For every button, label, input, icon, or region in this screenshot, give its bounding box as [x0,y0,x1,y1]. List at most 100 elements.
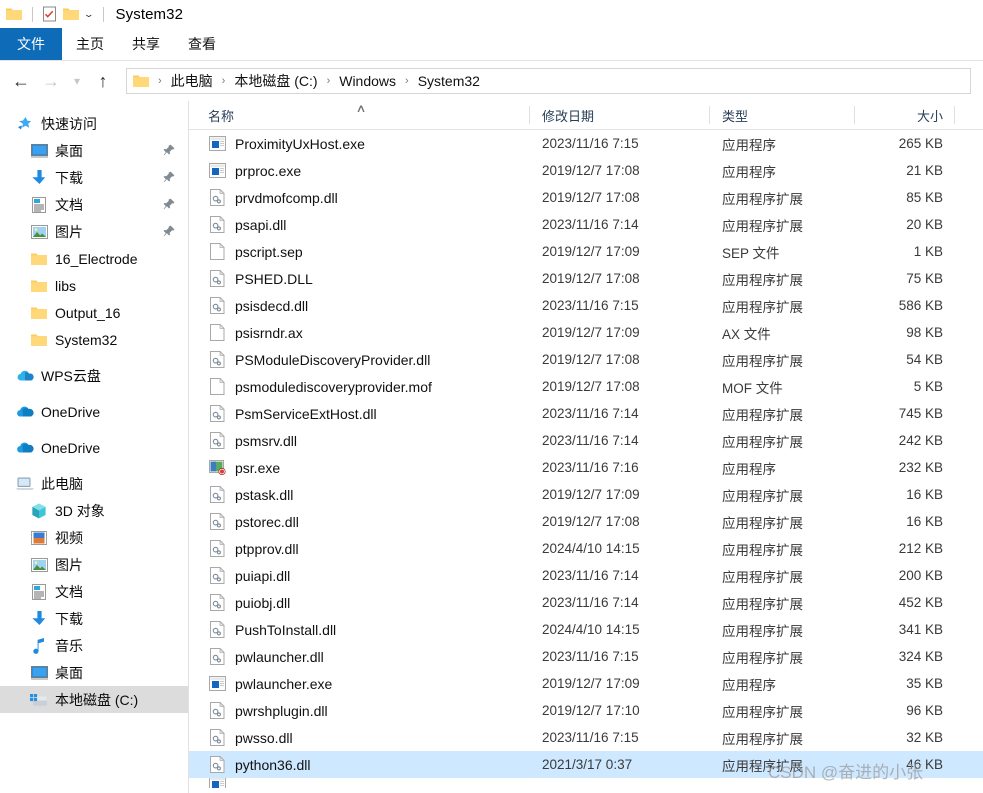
table-row[interactable]: puiobj.dll 2023/11/16 7:14 应用程序扩展 452 KB [189,589,983,616]
file-name-cell[interactable]: PsmServiceExtHost.dll [189,405,530,423]
file-name-cell[interactable]: psisrndr.ax [189,324,530,342]
breadcrumb-separator-2[interactable]: › [320,75,338,87]
file-name-cell[interactable]: pwrshplugin.dll [189,702,530,720]
file-name-cell[interactable]: prproc.exe [189,162,530,180]
up-button[interactable]: ↑ [88,66,118,96]
table-row[interactable]: python36.dll 2021/3/17 0:37 应用程序扩展 46 KB [189,751,983,778]
table-row[interactable]: PSModuleDiscoveryProvider.dll 2019/12/7 1… [189,346,983,373]
table-row[interactable]: prvdmofcomp.dll 2019/12/7 17:08 应用程序扩展 85 K… [189,184,983,211]
file-name-cell[interactable]: pstask.dll [189,486,530,504]
table-row[interactable]: pstorec.dll 2019/12/7 17:08 应用程序扩展 16 KB [189,508,983,535]
sidebar-item--00[interactable]: 桌面 [0,137,188,164]
file-name-cell[interactable]: python36.dll [189,756,530,774]
customize-quick-access-caret-icon[interactable]: ⌄ [83,9,94,20]
table-row[interactable]: pwlauncher.exe 2019/12/7 17:09 应用程序 35 KB [189,670,983,697]
table-row-partial[interactable] [189,778,983,788]
file-name-cell[interactable]: pwsso.dll [189,729,530,747]
column-header-name[interactable]: 名称 ∧ [189,101,530,129]
table-row[interactable]: psr.exe 2023/11/16 7:16 应用程序 232 KB [189,454,983,481]
tab-file[interactable]: 文件 [0,28,62,60]
tab-share[interactable]: 共享 [118,28,174,60]
tab-view[interactable]: 查看 [174,28,230,60]
breadcrumb-separator-3[interactable]: › [398,75,416,87]
file-name-cell[interactable]: pwlauncher.dll [189,648,530,666]
folder-icon[interactable] [4,4,24,24]
sidebar-item-c-47[interactable]: 本地磁盘 (C:) [0,686,188,713]
table-row[interactable]: PushToInstall.dll 2024/4/10 14:15 应用程序扩展 34… [189,616,983,643]
column-header-type[interactable]: 类型 [710,101,855,129]
sidebar-item-system32-07[interactable]: System32 [0,326,188,353]
recent-locations-button[interactable]: ▾ [66,66,88,96]
new-folder-icon[interactable] [61,4,81,24]
file-name-cell[interactable]: PSHED.DLL [189,270,530,288]
file-type-cell: 应用程序扩展 [722,191,803,207]
file-name-cell[interactable]: psmodulediscoveryprovider.mof [189,378,530,396]
properties-checklist-icon[interactable] [39,4,59,24]
table-row[interactable]: psmsrv.dll 2023/11/16 7:14 应用程序扩展 242 KB [189,427,983,454]
file-name-cell[interactable]: pscript.sep [189,243,530,261]
file-name-cell[interactable]: psisdecd.dll [189,297,530,315]
file-name-cell[interactable]: ProximityUxHost.exe [189,135,530,153]
sidebar-group-0[interactable]: 快速访问 [0,110,188,137]
sidebar-item-onedrive-30[interactable]: OneDrive [0,434,188,461]
back-button[interactable]: ← [6,66,36,96]
breadcrumb-item-windows[interactable]: Windows [337,73,398,89]
sidebar-item-output_16-06[interactable]: Output_16 [0,299,188,326]
pin-icon[interactable] [162,170,176,184]
pin-icon[interactable] [162,143,176,157]
table-row[interactable]: prproc.exe 2019/12/7 17:08 应用程序 21 KB [189,157,983,184]
column-divider[interactable] [954,106,955,124]
sidebar-item--46[interactable]: 桌面 [0,659,188,686]
forward-button[interactable]: → [36,66,66,96]
table-row[interactable]: psisdecd.dll 2023/11/16 7:15 应用程序扩展 586 KB [189,292,983,319]
table-row[interactable]: puiapi.dll 2023/11/16 7:14 应用程序扩展 200 KB [189,562,983,589]
column-header-date[interactable]: 修改日期 [530,101,710,129]
sidebar-item-onedrive-20[interactable]: OneDrive [0,398,188,425]
column-header-size[interactable]: 大小 [855,101,955,129]
table-row[interactable]: psmodulediscoveryprovider.mof 2019/12/7 1… [189,373,983,400]
pin-icon[interactable] [162,197,176,211]
table-row[interactable]: pwlauncher.dll 2023/11/16 7:15 应用程序扩展 324 K… [189,643,983,670]
sidebar-item--03[interactable]: 图片 [0,218,188,245]
file-name-cell[interactable]: psapi.dll [189,216,530,234]
table-row[interactable]: pstask.dll 2019/12/7 17:09 应用程序扩展 16 KB [189,481,983,508]
table-row[interactable]: ProximityUxHost.exe 2023/11/16 7:15 应用程序 26… [189,130,983,157]
file-name-cell[interactable]: ptpprov.dll [189,540,530,558]
pin-icon[interactable] [162,224,176,238]
file-name-cell[interactable]: psr.exe [189,459,530,477]
tab-home[interactable]: 主页 [62,28,118,60]
sidebar-item--02[interactable]: 文档 [0,191,188,218]
sidebar-item--45[interactable]: 音乐 [0,632,188,659]
table-row[interactable]: psapi.dll 2023/11/16 7:14 应用程序扩展 20 KB [189,211,983,238]
table-row[interactable]: pwrshplugin.dll 2019/12/7 17:10 应用程序扩展 96 K… [189,697,983,724]
breadcrumb-separator-1[interactable]: › [215,75,233,87]
sidebar-item--41[interactable]: 视频 [0,524,188,551]
sidebar-item-libs-05[interactable]: libs [0,272,188,299]
file-name-cell[interactable]: puiapi.dll [189,567,530,585]
sidebar-group-4[interactable]: 此电脑 [0,470,188,497]
breadcrumb[interactable]: › 此电脑 › 本地磁盘 (C:) › Windows › System32 [126,68,971,94]
breadcrumb-item-system32[interactable]: System32 [416,73,482,89]
file-name-cell[interactable]: puiobj.dll [189,594,530,612]
sidebar-item-wps-10[interactable]: WPS云盘 [0,362,188,389]
file-name-cell[interactable]: prvdmofcomp.dll [189,189,530,207]
file-name-cell[interactable]: pwlauncher.exe [189,675,530,693]
sidebar-item--43[interactable]: 文档 [0,578,188,605]
table-row[interactable]: pwsso.dll 2023/11/16 7:15 应用程序扩展 32 KB [189,724,983,751]
sidebar-item-16_electrode-04[interactable]: 16_Electrode [0,245,188,272]
sidebar-item--01[interactable]: 下载 [0,164,188,191]
table-row[interactable]: psisrndr.ax 2019/12/7 17:09 AX 文件 98 KB [189,319,983,346]
file-name-cell[interactable]: pstorec.dll [189,513,530,531]
file-name-cell[interactable]: PSModuleDiscoveryProvider.dll [189,351,530,369]
breadcrumb-item-local-disk[interactable]: 本地磁盘 (C:) [232,71,319,91]
file-name-cell[interactable]: psmsrv.dll [189,432,530,450]
breadcrumb-item-this-pc[interactable]: 此电脑 [169,71,215,91]
table-row[interactable]: PsmServiceExtHost.dll 2023/11/16 7:14 应用程序… [189,400,983,427]
sidebar-item--42[interactable]: 图片 [0,551,188,578]
sidebar-item--44[interactable]: 下载 [0,605,188,632]
file-name-cell[interactable]: PushToInstall.dll [189,621,530,639]
table-row[interactable]: pscript.sep 2019/12/7 17:09 SEP 文件 1 KB [189,238,983,265]
table-row[interactable]: ptpprov.dll 2024/4/10 14:15 应用程序扩展 212 KB [189,535,983,562]
table-row[interactable]: PSHED.DLL 2019/12/7 17:08 应用程序扩展 75 KB [189,265,983,292]
sidebar-item-3d-40[interactable]: 3D 对象 [0,497,188,524]
